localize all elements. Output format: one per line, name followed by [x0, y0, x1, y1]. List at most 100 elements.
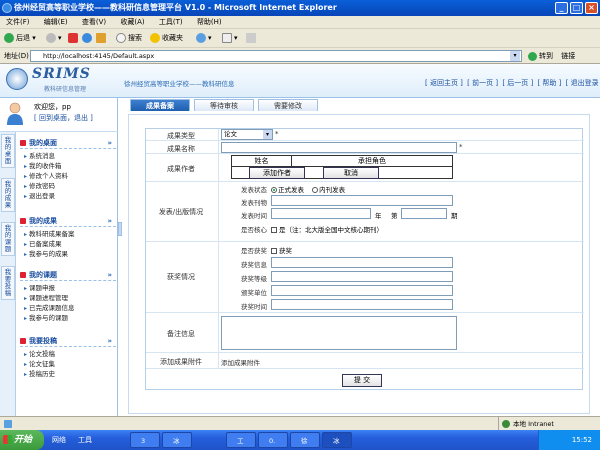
menu-edit[interactable]: 编辑(E) — [38, 16, 74, 29]
quicklaunch-tools[interactable]: 工具 — [78, 430, 92, 450]
window-title-bar: 徐州经贸高等职业学校——教科研信息管理平台 V1.0 - Microsoft I… — [0, 0, 600, 16]
go-button[interactable]: 转到 链接 — [528, 50, 575, 62]
taskbar-item-2[interactable]: 冰 — [162, 432, 192, 448]
notes-textarea[interactable] — [221, 316, 457, 350]
menu-item-project-progress[interactable]: 课题进程管理 — [24, 294, 68, 303]
menu-item-submit-history[interactable]: 投稿历史 — [24, 370, 55, 379]
award-info-input[interactable] — [271, 257, 453, 268]
history-button[interactable]: ▾ — [196, 32, 212, 45]
vtab-desktop[interactable]: 我的桌面 — [1, 134, 15, 168]
taskbar-item-6[interactable]: 冰 — [322, 432, 352, 448]
main-content: 成果备案 等待审核 需要修改 成果类型 论文 ▾ * 成果名称 * 成果作者 姓… — [122, 98, 592, 416]
maximize-button[interactable]: □ — [570, 2, 583, 14]
vertical-tabs: 我的桌面 我的成果 我的课题 我要投稿 — [0, 132, 16, 416]
logo-globe-icon — [6, 68, 28, 90]
menu-item-completed-projects[interactable]: 已完成课题信息 — [24, 304, 75, 313]
menu-item-my-participated-projects[interactable]: 我参与的课题 — [24, 314, 68, 323]
menu-group-achievements[interactable]: 我的成果» — [20, 216, 116, 227]
collapse-chevron-icon[interactable]: » — [107, 336, 112, 347]
search-button[interactable]: 搜索 — [116, 32, 142, 45]
tab-pending-review[interactable]: 等待审核 — [194, 99, 254, 111]
nav-help[interactable]: [ 帮助 ] — [537, 79, 561, 87]
add-author-button[interactable]: 添加作者 — [249, 167, 305, 179]
vtab-achievements[interactable]: 我的成果 — [1, 178, 15, 212]
menu-item-logout[interactable]: 退出登录 — [24, 192, 55, 201]
forward-button[interactable]: ▾ — [46, 32, 62, 45]
vtab-submit[interactable]: 我要投稿 — [1, 266, 15, 300]
radio-internal[interactable]: 内刊发表 — [312, 186, 345, 194]
collapse-chevron-icon[interactable]: » — [107, 216, 112, 227]
collapse-chevron-icon[interactable]: » — [107, 270, 112, 281]
vtab-projects[interactable]: 我的课题 — [1, 222, 15, 256]
menu-item-system-messages[interactable]: 系统消息 — [24, 152, 55, 161]
nav-home[interactable]: [ 返回主页 ] — [425, 79, 463, 87]
clock: 15:52 — [571, 436, 592, 444]
menu-item-change-password[interactable]: 修改密码 — [24, 182, 55, 191]
menu-view[interactable]: 查看(V) — [76, 16, 112, 29]
stop-button[interactable] — [68, 32, 80, 45]
taskbar-item-5[interactable]: 徐 — [290, 432, 320, 448]
menu-group-projects[interactable]: 我的课题» — [20, 270, 116, 281]
home-icon — [96, 33, 106, 43]
menu-item-paper-call[interactable]: 论文征集 — [24, 360, 55, 369]
menu-file[interactable]: 文件(F) — [0, 16, 36, 29]
menu-item-recorded-achievements[interactable]: 已备案成果 — [24, 240, 62, 249]
address-dropdown-icon[interactable]: ▾ — [510, 51, 520, 61]
award-unit-label: 颁奖单位 — [241, 289, 267, 297]
tab-record[interactable]: 成果备案 — [130, 99, 190, 111]
award-level-label: 获奖等级 — [241, 275, 267, 283]
taskbar-item-3[interactable]: 工 — [226, 432, 256, 448]
refresh-button[interactable] — [82, 32, 94, 45]
cancel-author-button[interactable]: 取消 — [323, 167, 379, 179]
tab-needs-revision[interactable]: 需要修改 — [258, 99, 318, 111]
print-button[interactable] — [246, 32, 258, 45]
type-select[interactable]: 论文 ▾ — [221, 129, 273, 140]
favorites-button[interactable]: 收藏夹 — [150, 32, 183, 45]
pub-journal-input[interactable] — [271, 195, 453, 206]
collapse-chevron-icon[interactable]: » — [107, 138, 112, 149]
links-label[interactable]: 链接 — [561, 52, 575, 60]
back-button[interactable]: 后退 ▾ — [4, 32, 36, 45]
menu-item-paper-submit[interactable]: 论文投稿 — [24, 350, 55, 359]
menu-bar: 文件(F) 编辑(E) 查看(V) 收藏(A) 工具(T) 帮助(H) — [0, 16, 600, 29]
menu-item-record-achievement[interactable]: 教科研成果备案 — [24, 230, 75, 239]
award-checkbox[interactable]: 获奖 — [271, 245, 292, 255]
award-time-input[interactable] — [271, 299, 453, 310]
nav-logout[interactable]: [ 退出登录 ] — [566, 79, 600, 87]
menu-item-inbox[interactable]: 我的收件箱 — [24, 162, 62, 171]
minimize-button[interactable]: _ — [555, 2, 568, 14]
pub-issue-input[interactable] — [401, 208, 447, 219]
nav-next[interactable]: [ 后一页 ] — [502, 79, 533, 87]
notes-label: 备注信息 — [167, 330, 195, 338]
menu-item-my-participated-achievements[interactable]: 我参与的成果 — [24, 250, 68, 259]
required-mark: * — [459, 143, 463, 151]
quicklaunch-network[interactable]: 网络 — [52, 430, 66, 450]
award-unit-input[interactable] — [271, 285, 453, 296]
menu-item-project-apply[interactable]: 课题申报 — [24, 284, 55, 293]
taskbar-item-1[interactable]: 3 — [130, 432, 160, 448]
user-links[interactable]: [ 回到桌面，退出 ] — [34, 113, 93, 123]
start-button[interactable]: 开始 — [0, 430, 44, 450]
close-button[interactable]: × — [585, 2, 598, 14]
award-level-input[interactable] — [271, 271, 453, 282]
system-tray: 15:52 — [538, 430, 600, 450]
nav-prev[interactable]: [ 前一页 ] — [467, 79, 498, 87]
name-input[interactable] — [221, 142, 457, 153]
pub-year-input[interactable] — [271, 208, 371, 219]
user-avatar-icon — [7, 102, 23, 125]
submit-button[interactable]: 提 交 — [342, 374, 382, 387]
menu-help[interactable]: 帮助(H) — [191, 16, 228, 29]
menu-group-submit[interactable]: 我要投稿» — [20, 336, 116, 347]
mail-button[interactable]: ▾ — [222, 32, 238, 45]
address-input[interactable]: http://localhost:4145/Default.aspx ▾ — [30, 50, 522, 62]
radio-formal[interactable]: 正式发表 — [271, 186, 304, 194]
menu-favorites[interactable]: 收藏(A) — [114, 16, 150, 29]
menu-item-edit-profile[interactable]: 修改个人资料 — [24, 172, 68, 181]
row-attachments: 添加成果附件 添加成果附件 — [146, 353, 584, 369]
taskbar-item-4[interactable]: 0. — [258, 432, 288, 448]
core-checkbox[interactable]: 是（注：北大版全国中文核心期刊） — [271, 224, 383, 234]
home-button[interactable] — [96, 32, 108, 45]
add-attachment-link[interactable]: 添加成果附件 — [221, 357, 260, 367]
menu-group-desktop[interactable]: 我的桌面» — [20, 138, 116, 149]
menu-tools[interactable]: 工具(T) — [153, 16, 189, 29]
